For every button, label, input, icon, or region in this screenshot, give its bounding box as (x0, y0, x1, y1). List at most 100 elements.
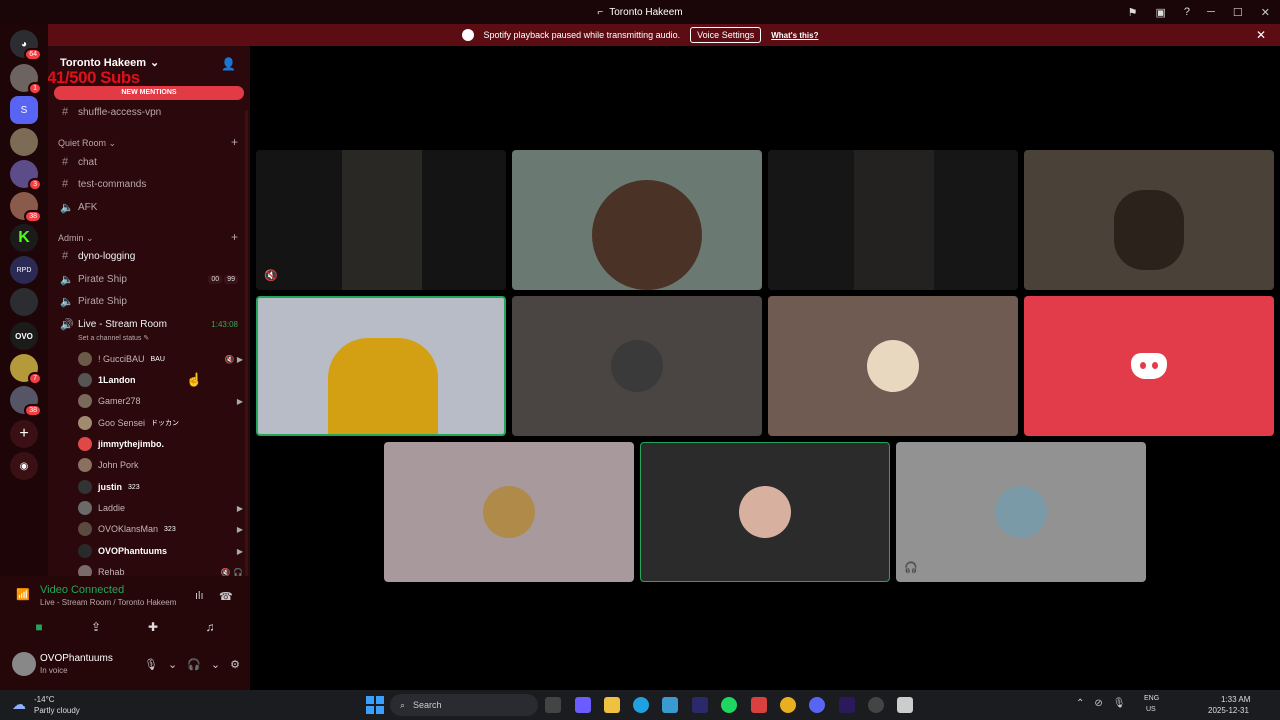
new-mentions-bar[interactable]: NEW MENTIONS (54, 86, 244, 100)
server-icon[interactable]: 7 (10, 354, 42, 385)
channel-live-stream-room[interactable]: 🔊 Live - Stream Room (60, 318, 167, 331)
voice-member[interactable]: Laddie ▶ (78, 501, 243, 515)
inbox-flag-icon[interactable]: ⚑ (1128, 6, 1138, 19)
voice-member[interactable]: John Pork (78, 458, 243, 472)
close-banner-icon[interactable]: ✕ (1256, 28, 1266, 42)
avatar-tile[interactable] (512, 296, 762, 436)
microphone-icon[interactable]: 🎙 (1113, 698, 1126, 709)
avatar-tile[interactable] (1024, 296, 1274, 436)
clock-time[interactable]: 1:33 AM (1221, 695, 1250, 704)
avatar-tile[interactable] (384, 442, 634, 582)
voice-member[interactable]: Gamer278 ▶ (78, 394, 243, 408)
voice-member[interactable]: OVOPhantuums ▶ (78, 544, 243, 558)
voice-member[interactable]: jimmythejimbo. (78, 437, 243, 451)
add-server-icon[interactable]: + (10, 420, 38, 448)
video-tile[interactable]: 🔇 (256, 150, 506, 290)
close-window-icon[interactable]: ✕ (1261, 6, 1270, 19)
voice-settings-button[interactable]: Voice Settings (690, 27, 762, 43)
kick-server-icon[interactable]: K (10, 224, 38, 252)
invite-people-icon[interactable]: 👤 (221, 57, 236, 71)
server-icon[interactable]: 38 (10, 386, 42, 417)
chevron-down-icon[interactable]: ⌄ (211, 658, 220, 671)
chevron-up-icon[interactable]: ⌃ (1076, 698, 1084, 709)
start-button[interactable] (366, 696, 384, 714)
app-icon[interactable] (751, 697, 767, 713)
video-tile-speaking[interactable] (256, 296, 506, 436)
sidebar-scrollbar[interactable] (245, 110, 248, 576)
disconnect-icon[interactable]: ☎ (219, 590, 233, 603)
server-icon[interactable]: 3 (10, 160, 42, 191)
current-user-name[interactable]: OVOPhantuums (40, 653, 113, 664)
obs-icon[interactable] (868, 697, 884, 713)
add-channel-icon[interactable]: + (231, 230, 238, 244)
minimize-icon[interactable]: ─ (1207, 6, 1215, 18)
maximize-icon[interactable]: ☐ (1233, 6, 1243, 19)
channel-pirate-ship[interactable]: 🔈 Pirate Ship (60, 273, 127, 286)
copilot-icon[interactable] (575, 697, 591, 713)
avatar-tile[interactable] (768, 296, 1018, 436)
camera-button[interactable]: ■ (17, 616, 61, 638)
noise-suppression-icon[interactable]: ılı (195, 590, 204, 602)
weather-temperature[interactable]: -14°C (34, 695, 55, 704)
avatar-tile[interactable] (640, 442, 890, 582)
voice-member[interactable]: 1Landon (78, 373, 243, 387)
language-indicator[interactable]: ENG (1144, 695, 1159, 702)
server-icon[interactable]: S (10, 96, 38, 124)
voice-member[interactable]: ! GucciBAU BAU 🔇 ▶ (78, 352, 243, 366)
chrome-icon[interactable] (780, 697, 796, 713)
avatar[interactable] (12, 652, 36, 676)
whats-this-link[interactable]: What's this? (771, 31, 818, 40)
server-icon[interactable]: 1 (10, 64, 42, 95)
video-tile[interactable] (1024, 150, 1274, 290)
server-icon[interactable] (10, 128, 38, 156)
server-icon[interactable] (10, 288, 38, 316)
weather-description[interactable]: Partly cloudy (34, 706, 80, 715)
weather-icon[interactable]: ☁ (12, 696, 26, 713)
channel-dyno-logging[interactable]: # dyno-logging (60, 250, 135, 262)
channel-chat[interactable]: # chat (60, 156, 97, 168)
settings-gear-icon[interactable]: ⚙ (230, 658, 240, 671)
spotify-taskbar-icon[interactable] (721, 697, 737, 713)
avatar-tile[interactable]: 🎧 (896, 442, 1146, 582)
video-tile[interactable] (512, 150, 762, 290)
task-view-icon[interactable] (545, 697, 561, 713)
server-icon[interactable]: 38 (10, 192, 42, 223)
discord-taskbar-icon[interactable] (809, 697, 825, 713)
ovo-server-icon[interactable]: OVO (10, 322, 38, 350)
microphone-icon[interactable]: 🎙 (144, 658, 158, 671)
screen-share-button[interactable]: ⇪ (74, 616, 118, 638)
voice-location[interactable]: Live - Stream Room / Toronto Hakeem (40, 598, 176, 607)
edge-icon[interactable] (633, 697, 649, 713)
server-icon[interactable]: RPD (10, 256, 38, 284)
file-explorer-icon[interactable] (604, 697, 620, 713)
channel-shuffle-access-vpn[interactable]: # shuffle-access-vpn (60, 106, 161, 118)
category-admin[interactable]: Admin ⌄ (58, 233, 94, 244)
app-icon[interactable] (897, 697, 913, 713)
voice-member[interactable]: OVOKlansMan 323 ▶ (78, 522, 243, 536)
voice-member[interactable]: justin 323 (78, 480, 243, 494)
category-quiet-room[interactable]: Quiet Room ⌄ (58, 138, 116, 149)
set-channel-status[interactable]: Set a channel status ✎ (78, 334, 149, 342)
channel-afk[interactable]: 🔈 AFK (60, 201, 97, 214)
discover-icon[interactable]: ◉ (10, 452, 38, 480)
clock-date[interactable]: 2025-12-31 (1208, 706, 1249, 715)
add-channel-icon[interactable]: + (231, 135, 238, 149)
taskbar-search[interactable]: ⌕ Search (390, 694, 538, 716)
voice-status[interactable]: Video Connected (40, 584, 124, 596)
activities-button[interactable]: ✚ (131, 616, 175, 638)
help-icon[interactable]: ? (1184, 6, 1190, 18)
screen-icon[interactable]: ▣ (1155, 6, 1165, 19)
app-icon[interactable] (662, 697, 678, 713)
app-icon[interactable] (692, 697, 708, 713)
voice-member[interactable]: Goo Sensei ドッカン (78, 416, 243, 430)
network-off-icon[interactable]: ⊘ (1094, 698, 1102, 709)
home-discord-icon[interactable]: ◕ 64 (10, 30, 42, 61)
channel-test-commands[interactable]: # test-commands (60, 178, 146, 190)
headphones-icon[interactable]: 🎧 (187, 658, 201, 671)
soundboard-button[interactable]: ♫ (188, 616, 232, 638)
chevron-down-icon[interactable]: ⌄ (168, 658, 177, 671)
channel-pirate-ship-2[interactable]: 🔈 Pirate Ship (60, 295, 127, 308)
voice-member[interactable]: Rehab 🔇 🎧 (78, 565, 243, 576)
region-indicator[interactable]: US (1146, 706, 1156, 713)
video-tile[interactable] (768, 150, 1018, 290)
